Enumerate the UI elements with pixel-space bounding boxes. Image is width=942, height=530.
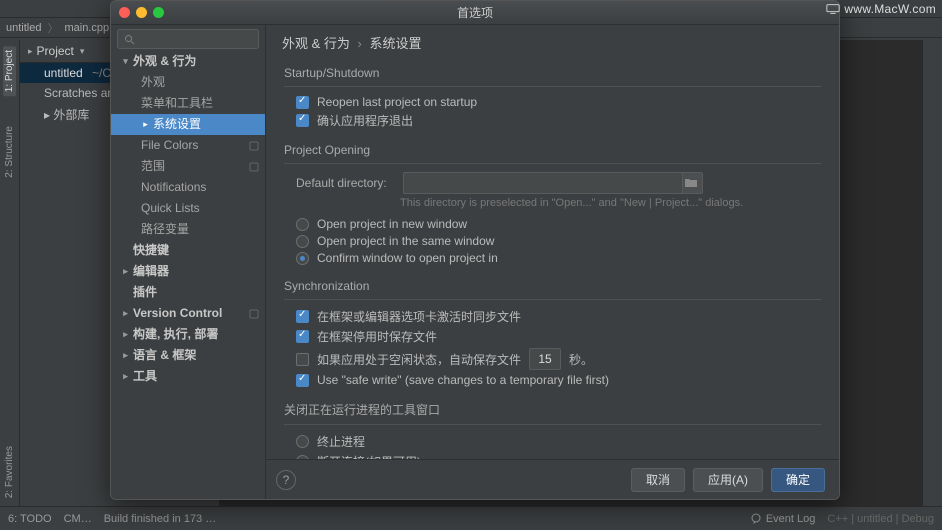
prefs-title: 首选项 <box>111 4 839 21</box>
section-startup: Startup/Shutdown <box>284 66 821 80</box>
project-badge-icon <box>249 309 259 319</box>
tree-quick-lists[interactable]: Quick Lists <box>111 198 265 219</box>
ok-button[interactable]: 确定 <box>771 468 825 492</box>
prefs-tree: ▾外观 & 行为 外观 菜单和工具栏 ▸系统设置 File Colors 范围 … <box>111 51 265 499</box>
project-badge-icon <box>249 162 259 172</box>
apply-button[interactable]: 应用(A) <box>693 468 763 492</box>
status-cmake[interactable]: CM… <box>64 513 92 525</box>
folder-icon <box>685 178 697 188</box>
tree-system-settings[interactable]: ▸系统设置 <box>111 114 265 135</box>
path-crumb: untitled <box>6 22 41 34</box>
watermark: www.MacW.com <box>826 2 936 16</box>
tree-keymap[interactable]: 快捷键 <box>111 240 265 261</box>
left-gutter: 1: Project 2: Structure 2: Favorites <box>0 40 20 506</box>
default-dir-input[interactable] <box>403 172 683 194</box>
radio-confirm-window[interactable] <box>296 252 309 265</box>
preferences-dialog: 首选项 ▾外观 & 行为 外观 菜单和工具栏 ▸系统设置 File Colors… <box>110 0 840 500</box>
tree-scopes[interactable]: 范围 <box>111 156 265 177</box>
cb-sync-deactivate[interactable] <box>296 330 309 343</box>
tool-favorites[interactable]: 2: Favorites <box>4 446 15 498</box>
prefs-footer: ? 取消 应用(A) 确定 <box>266 459 839 499</box>
tree-vcs[interactable]: ▸Version Control <box>111 303 265 324</box>
tree-menus-toolbars[interactable]: 菜单和工具栏 <box>111 93 265 114</box>
right-gutter <box>922 40 942 506</box>
prefs-search[interactable] <box>117 29 259 49</box>
cb-reopen-last[interactable] <box>296 96 309 109</box>
idle-seconds-input[interactable] <box>529 348 561 370</box>
monitor-icon <box>826 3 840 15</box>
radio-terminate[interactable] <box>296 435 309 448</box>
project-badge-icon <box>249 141 259 151</box>
bubble-icon <box>750 513 762 525</box>
editor-tab[interactable]: main.cpp <box>64 22 109 34</box>
tree-plugins[interactable]: 插件 <box>111 282 265 303</box>
tree-build[interactable]: ▸构建, 执行, 部署 <box>111 324 265 345</box>
radio-same-window[interactable] <box>296 235 309 248</box>
radio-new-window[interactable] <box>296 218 309 231</box>
tool-structure[interactable]: 2: Structure <box>4 126 15 178</box>
section-tool-windows: 关闭正在运行进程的工具窗口 <box>284 401 821 418</box>
status-build: Build finished in 173 … <box>104 513 217 525</box>
prefs-main: 外观 & 行为 › 系统设置 Startup/Shutdown Reopen l… <box>266 25 839 499</box>
cb-sync-activate[interactable] <box>296 310 309 323</box>
cb-confirm-exit[interactable] <box>296 114 309 127</box>
default-dir-hint: This directory is preselected in "Open..… <box>284 197 821 209</box>
cb-idle-save[interactable] <box>296 353 309 366</box>
cb-safe-write[interactable] <box>296 374 309 387</box>
status-bar: 6: TODO CM… Build finished in 173 … Even… <box>0 506 942 530</box>
tool-project[interactable]: 1: Project <box>3 46 16 96</box>
event-log[interactable]: Event Log <box>750 513 816 525</box>
breadcrumb: 外观 & 行为 › 系统设置 <box>266 25 839 58</box>
section-sync: Synchronization <box>284 279 821 293</box>
prefs-sidebar: ▾外观 & 行为 外观 菜单和工具栏 ▸系统设置 File Colors 范围 … <box>111 25 266 499</box>
tree-appearance-behavior[interactable]: ▾外观 & 行为 <box>111 51 265 72</box>
prefs-titlebar[interactable]: 首选项 <box>111 1 839 25</box>
section-project-opening: Project Opening <box>284 143 821 157</box>
tree-lang[interactable]: ▸语言 & 框架 <box>111 345 265 366</box>
chevron-right-icon: › <box>358 36 362 51</box>
status-context: C++ | untitled | Debug <box>827 513 934 525</box>
prefs-content: Startup/Shutdown Reopen last project on … <box>266 58 839 459</box>
radio-disconnect[interactable] <box>296 455 309 459</box>
tree-path-vars[interactable]: 路径变量 <box>111 219 265 240</box>
tree-tools[interactable]: ▸工具 <box>111 366 265 387</box>
tree-editor[interactable]: ▸编辑器 <box>111 261 265 282</box>
tree-notifications[interactable]: Notifications <box>111 177 265 198</box>
cancel-button[interactable]: 取消 <box>631 468 685 492</box>
tree-appearance[interactable]: 外观 <box>111 72 265 93</box>
status-todo[interactable]: 6: TODO <box>8 513 52 525</box>
browse-dir-button[interactable] <box>681 172 703 194</box>
search-icon <box>124 34 135 45</box>
help-button[interactable]: ? <box>276 470 296 490</box>
tree-file-colors[interactable]: File Colors <box>111 135 265 156</box>
